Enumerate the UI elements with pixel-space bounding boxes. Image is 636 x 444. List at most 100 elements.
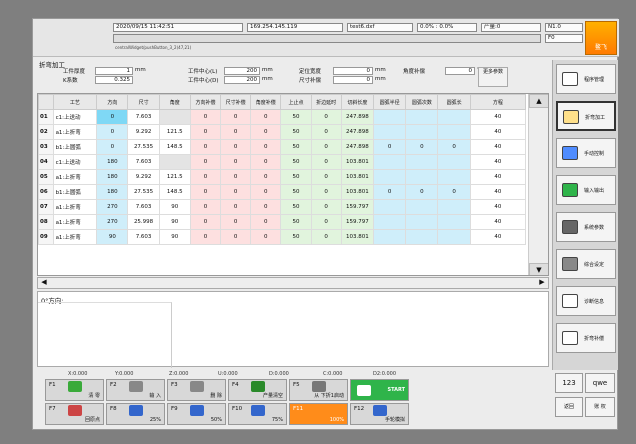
table-cell[interactable]: 0 <box>220 184 252 200</box>
table-cell[interactable]: 270 <box>96 214 129 230</box>
table-cell[interactable]: 0 <box>220 169 252 185</box>
side-menu-item[interactable]: 手动控制 <box>556 138 616 168</box>
table-cell[interactable]: 103.801 <box>340 184 374 200</box>
function-key-f10[interactable]: F10 75% <box>228 403 287 425</box>
direction-memo[interactable]: 0°方向: <box>37 291 549 368</box>
table-cell[interactable]: 247.898 <box>340 124 374 140</box>
table-cell[interactable]: 07 <box>38 199 54 215</box>
table-cell[interactable]: 0 <box>310 229 342 245</box>
side-menu-item[interactable]: 综合设定 <box>556 249 616 279</box>
function-key-f5[interactable]: F5 从 下折1启动 <box>289 379 348 401</box>
table-cell[interactable] <box>372 109 407 125</box>
table-cell[interactable]: 0 <box>372 139 407 155</box>
table-cell[interactable]: 0 <box>250 199 282 215</box>
table-row[interactable]: 02 a1:上折弯 0 9.292 121.5 0 0 0 50 0 247.898 40 <box>38 124 527 140</box>
function-key-start[interactable]: START <box>350 379 409 401</box>
side-menu-item[interactable]: 输入输出 <box>556 175 616 205</box>
table-cell[interactable]: 148.5 <box>158 139 191 155</box>
table-cell[interactable]: 40 <box>469 229 527 245</box>
table-cell[interactable]: b1:上圆弧 <box>52 139 98 155</box>
function-key-f8[interactable]: F8 25% <box>106 403 165 425</box>
table-cell[interactable]: 7.603 <box>127 199 160 215</box>
table-cell[interactable]: 0 <box>220 139 252 155</box>
table-cell[interactable]: 103.801 <box>340 169 374 185</box>
table-cell[interactable]: 0 <box>310 214 342 230</box>
table-cell[interactable] <box>372 199 407 215</box>
function-key-f3[interactable]: F3 删 除 <box>167 379 226 401</box>
table-cell[interactable]: 0 <box>250 169 282 185</box>
table-cell[interactable]: 0 <box>250 124 282 140</box>
column-header[interactable]: 圆弧次数 <box>405 94 439 110</box>
table-cell[interactable]: 50 <box>280 124 312 140</box>
table-row[interactable]: 03 b1:上圆弧 0 27.535 148.5 0 0 0 50 0 247.898 0 0 0 40 <box>38 139 527 155</box>
function-key-f12[interactable]: F12 手轮模拟 <box>350 403 409 425</box>
table-cell[interactable]: 180 <box>96 169 129 185</box>
table-cell[interactable]: 148.5 <box>158 184 191 200</box>
param-input[interactable]: 200 <box>224 76 260 84</box>
column-header[interactable]: 角度补偿 <box>250 94 282 110</box>
table-cell[interactable]: 40 <box>469 154 527 170</box>
table-cell[interactable] <box>437 214 471 230</box>
table-cell[interactable]: 04 <box>38 154 54 170</box>
table-cell[interactable]: 0 <box>189 154 222 170</box>
table-cell[interactable] <box>372 124 407 140</box>
table-cell[interactable]: 90 <box>158 229 191 245</box>
table-cell[interactable]: 0 <box>189 169 222 185</box>
table-cell[interactable]: 08 <box>38 214 54 230</box>
table-cell[interactable]: 0 <box>189 124 222 140</box>
numeric-keyboard-button[interactable]: 123 <box>555 373 583 393</box>
column-header[interactable]: 方向 <box>96 94 129 110</box>
vertical-scrollbar[interactable]: ▲ ▼ <box>528 94 548 275</box>
table-cell[interactable]: 0 <box>189 139 222 155</box>
table-cell[interactable]: 0 <box>310 124 342 140</box>
more-params-button[interactable]: 更多参数 <box>478 67 508 87</box>
table-cell[interactable]: 103.801 <box>340 229 374 245</box>
function-key-f1[interactable]: F1 清 零 <box>45 379 104 401</box>
table-cell[interactable]: 0 <box>310 199 342 215</box>
table-cell[interactable]: 7.603 <box>127 229 160 245</box>
table-cell[interactable]: 40 <box>469 109 527 125</box>
auth-button[interactable]: 账 权 <box>585 397 615 417</box>
table-cell[interactable]: 50 <box>280 109 312 125</box>
table-cell[interactable] <box>437 169 471 185</box>
table-cell[interactable]: 50 <box>280 214 312 230</box>
table-cell[interactable]: 40 <box>469 214 527 230</box>
table-cell[interactable] <box>158 109 191 125</box>
table-cell[interactable]: 0 <box>250 214 282 230</box>
table-cell[interactable]: 0 <box>310 109 342 125</box>
scroll-left-icon[interactable]: ◀ <box>38 278 50 288</box>
table-cell[interactable]: 0 <box>220 124 252 140</box>
table-cell[interactable]: 50 <box>280 154 312 170</box>
column-header[interactable]: 方程 <box>469 94 527 110</box>
table-cell[interactable]: a1:上折弯 <box>52 229 98 245</box>
table-cell[interactable]: 159.797 <box>340 199 374 215</box>
table-cell[interactable] <box>372 229 407 245</box>
table-row[interactable]: 07 a1:上折弯 270 7.603 90 0 0 0 50 0 159.797 40 <box>38 199 527 215</box>
table-cell[interactable]: 0 <box>220 199 252 215</box>
table-cell[interactable]: 25.998 <box>127 214 160 230</box>
table-cell[interactable]: 0 <box>96 109 129 125</box>
horizontal-scrollbar[interactable]: ◀ ▶ <box>37 277 549 289</box>
param-input[interactable]: 0 <box>333 67 373 75</box>
back-button[interactable]: 返回 <box>555 397 583 417</box>
param-input[interactable]: 200 <box>224 67 260 75</box>
table-cell[interactable]: 0 <box>437 139 471 155</box>
table-cell[interactable]: 90 <box>158 214 191 230</box>
function-key-f2[interactable]: F2 输 入 <box>106 379 165 401</box>
table-cell[interactable] <box>437 229 471 245</box>
table-cell[interactable]: a1:上折弯 <box>52 199 98 215</box>
table-cell[interactable]: 27.535 <box>127 139 160 155</box>
table-cell[interactable]: 90 <box>96 229 129 245</box>
table-cell[interactable]: 0 <box>250 109 282 125</box>
table-cell[interactable]: 0 <box>189 109 222 125</box>
table-cell[interactable]: 02 <box>38 124 54 140</box>
table-cell[interactable]: 50 <box>280 199 312 215</box>
table-cell[interactable]: 0 <box>220 229 252 245</box>
table-cell[interactable]: 27.535 <box>127 184 160 200</box>
table-cell[interactable]: 9.292 <box>127 124 160 140</box>
table-cell[interactable]: 247.898 <box>340 139 374 155</box>
table-cell[interactable]: 180 <box>96 184 129 200</box>
table-cell[interactable]: 0 <box>310 154 342 170</box>
table-cell[interactable] <box>405 169 439 185</box>
table-cell[interactable]: 0 <box>372 184 407 200</box>
